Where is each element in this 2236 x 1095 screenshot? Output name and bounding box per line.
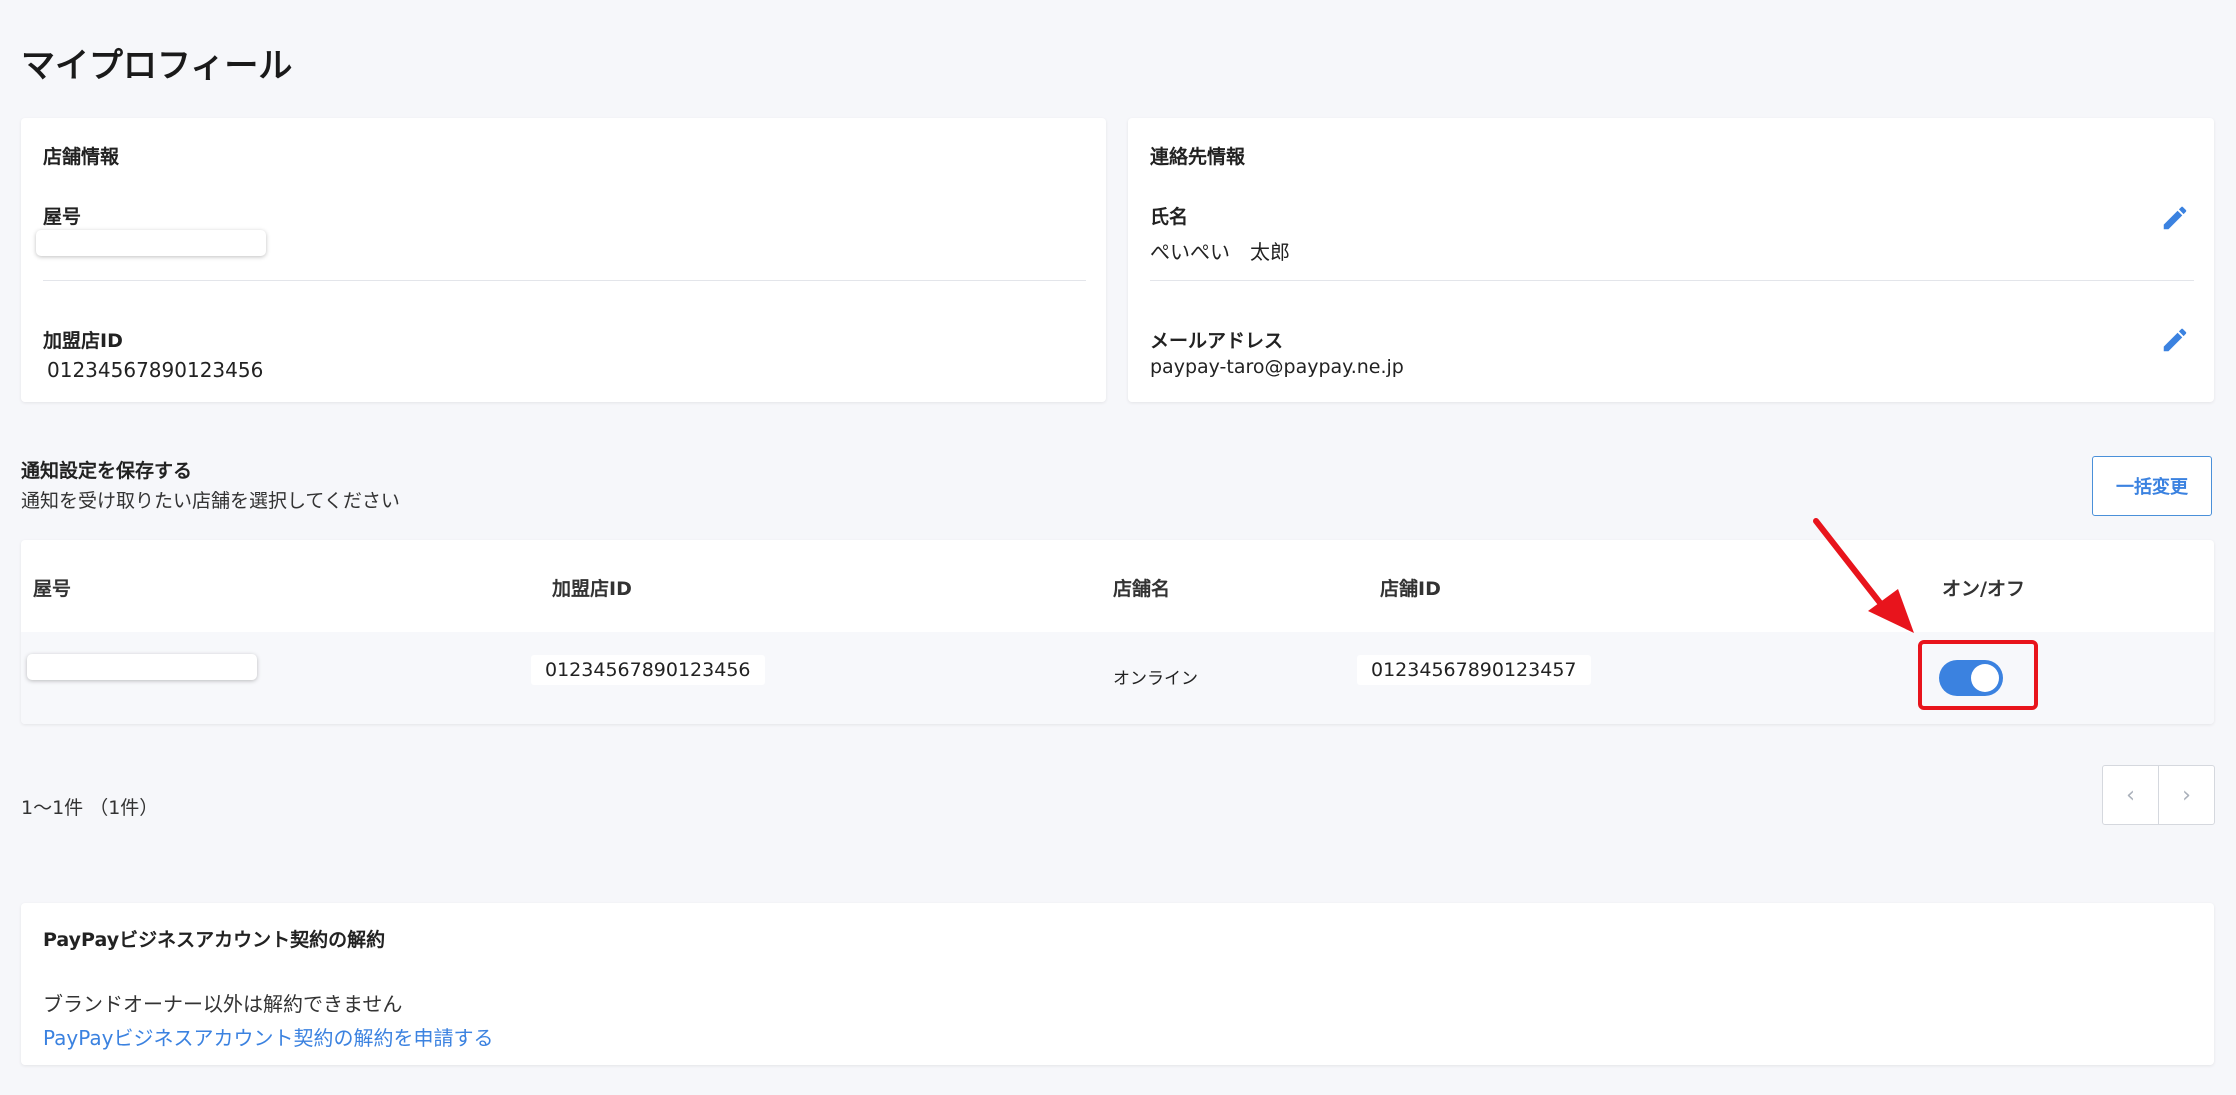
column-header-store-id: 店舗ID xyxy=(1380,578,1441,600)
contract-cancel-card: PayPayビジネスアカウント契約の解約 ブランドオーナー以外は解約できません … xyxy=(21,903,2214,1065)
column-header-on-off: オン/オフ xyxy=(1942,578,2025,600)
row-merchant-id: 01234567890123456 xyxy=(531,655,765,685)
row-shop-name-redacted xyxy=(27,654,257,680)
pagination-summary: 1〜1件 （1件） xyxy=(21,797,159,819)
row-store-id: 01234567890123457 xyxy=(1357,655,1591,685)
table-row: 01234567890123456 オンライン 0123456789012345… xyxy=(21,632,2214,724)
column-header-store-name: 店舗名 xyxy=(1113,578,1171,600)
page-title: マイプロフィール xyxy=(21,46,293,86)
notification-title: 通知設定を保存する xyxy=(21,460,193,482)
column-header-shop-name: 屋号 xyxy=(33,578,72,600)
annotation-arrow-icon xyxy=(1813,518,1914,633)
contact-info-title: 連絡先情報 xyxy=(1150,146,1246,168)
divider xyxy=(43,280,1086,281)
column-header-merchant-id: 加盟店ID xyxy=(552,578,632,600)
pagination-controls: ‹ › xyxy=(2102,765,2215,825)
toggle-highlight-box xyxy=(1918,640,2038,710)
shop-name-label: 屋号 xyxy=(43,206,82,228)
email-value: paypay-taro@paypay.ne.jp xyxy=(1150,356,1404,378)
row-store-name: オンライン xyxy=(1113,669,1198,689)
shop-name-value-redacted xyxy=(36,230,266,256)
store-info-card: 店舗情報 屋号 加盟店ID 01234567890123456 xyxy=(21,118,1106,402)
bulk-change-button[interactable]: 一括変更 xyxy=(2092,456,2212,516)
name-label: 氏名 xyxy=(1150,206,1189,228)
merchant-id-value: 01234567890123456 xyxy=(47,358,264,382)
edit-email-pencil-icon[interactable] xyxy=(2160,325,2190,355)
edit-name-pencil-icon[interactable] xyxy=(2160,203,2190,233)
store-info-title: 店舗情報 xyxy=(43,146,120,168)
email-label: メールアドレス xyxy=(1150,330,1284,352)
notification-subtitle: 通知を受け取りたい店舗を選択してください xyxy=(21,490,400,512)
contract-cancel-title: PayPayビジネスアカウント契約の解約 xyxy=(43,929,386,951)
contact-info-card: 連絡先情報 氏名 ぺいぺい 太郎 メールアドレス paypay-taro@pay… xyxy=(1128,118,2214,402)
prev-page-chevron-left-icon[interactable]: ‹ xyxy=(2103,766,2158,824)
next-page-chevron-right-icon[interactable]: › xyxy=(2158,766,2214,824)
notification-toggle[interactable] xyxy=(1939,660,2003,696)
contract-cancel-note: ブランドオーナー以外は解約できません xyxy=(43,992,403,1016)
contract-cancel-link[interactable]: PayPayビジネスアカウント契約の解約を申請する xyxy=(43,1022,494,1051)
toggle-knob xyxy=(1971,664,1999,692)
name-value: ぺいぺい 太郎 xyxy=(1150,240,1290,264)
divider xyxy=(1150,280,2194,281)
merchant-id-label: 加盟店ID xyxy=(43,330,123,352)
